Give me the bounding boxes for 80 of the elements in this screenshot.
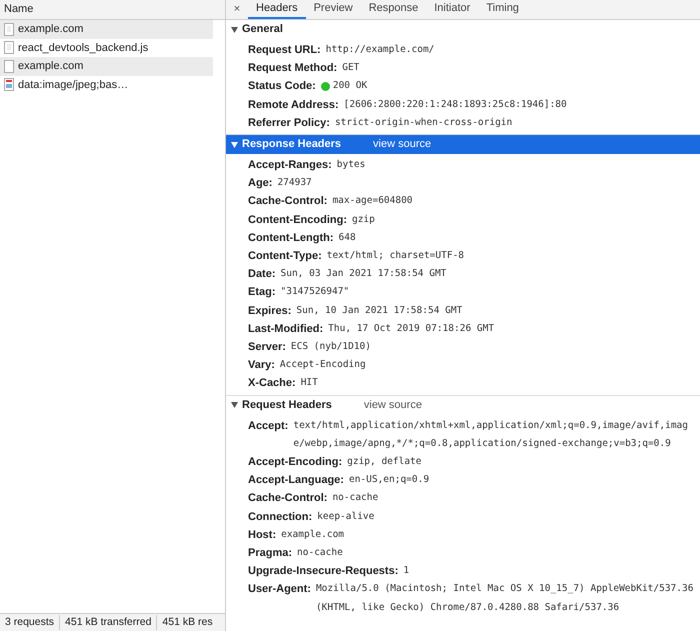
status-text: 3 requests xyxy=(4,614,56,630)
header-value: bytes xyxy=(336,158,366,172)
header-value: Mozilla/5.0 (Macintosh; Intel Mac OS X 10_15_7) AppleWebKit/537.36 (KHTML, like Gecko) Chrome/87.0.4280.88 Safari/537.36 xyxy=(316,582,694,615)
request-name[interactable]: data:image/jpeg;bas… xyxy=(18,76,128,93)
header-value: no-cache xyxy=(332,491,378,506)
header-name: Expires: xyxy=(248,304,292,319)
expanded-triangle-icon xyxy=(231,142,238,148)
tab[interactable]: Preview xyxy=(306,0,361,19)
header-name: X-Cache: xyxy=(248,376,296,392)
header-name: Host: xyxy=(248,528,276,543)
close-button[interactable]: × xyxy=(226,0,248,19)
header-value: "3147526947" xyxy=(280,285,350,300)
header-value: 1 xyxy=(403,564,410,578)
header-value: keep-alive xyxy=(317,510,374,524)
header-name: Content-Length: xyxy=(248,230,334,246)
header-value: text/html; charset=UTF-8 xyxy=(326,249,464,264)
header-name: Cache-Control: xyxy=(248,491,328,506)
header-name: Etag: xyxy=(248,285,276,300)
expanded-triangle-icon xyxy=(231,26,238,32)
tab[interactable]: Response xyxy=(360,0,426,19)
header-name: Status Code: xyxy=(248,79,316,94)
header-name: Content-Encoding: xyxy=(248,212,347,228)
header-value: GET xyxy=(342,61,360,76)
document-icon xyxy=(4,22,14,36)
view-source-link[interactable]: view source xyxy=(364,396,422,414)
header-name: Age: xyxy=(248,176,272,192)
tab[interactable]: Headers xyxy=(248,0,306,19)
header-name: Accept-Encoding: xyxy=(248,455,342,470)
view-source-link[interactable]: view source xyxy=(373,136,432,153)
header-name: Vary: xyxy=(248,358,275,374)
header-value: Sun, 03 Jan 2021 17:58:54 GMT xyxy=(280,267,446,282)
document-icon xyxy=(4,41,14,54)
header-name: Upgrade-Insecure-Requests: xyxy=(248,564,398,580)
header-value: 648 xyxy=(338,230,356,245)
header-value: gzip xyxy=(352,212,375,227)
header-value: example.com xyxy=(281,528,344,542)
header-value: HIT xyxy=(300,376,318,390)
header-value: Sun, 10 Jan 2021 17:58:54 GMT xyxy=(296,304,462,318)
header-value: ECS (nyb/1D10) xyxy=(290,340,371,354)
header-value: gzip, deflate xyxy=(347,455,422,470)
header-value: [2606:2800:220:1:248:1893:25c8:1946]:80 xyxy=(344,98,567,112)
request-name[interactable]: react_devtools_backend.js xyxy=(18,40,148,56)
status-text: 451 kB transferred xyxy=(59,614,156,630)
header-name: Server: xyxy=(248,340,286,356)
header-name: Last-Modified: xyxy=(248,322,324,337)
header-value: 274937 xyxy=(277,176,312,190)
header-value: http://example.com/ xyxy=(326,43,434,57)
column-header[interactable]: Name xyxy=(0,0,225,20)
section-title: Request Headers xyxy=(242,398,332,413)
header-name: Request Method: xyxy=(248,61,338,76)
header-name: Date: xyxy=(248,267,276,282)
header-value: no-cache xyxy=(297,546,343,560)
tab[interactable]: Timing xyxy=(478,0,527,19)
header-name: Remote Address: xyxy=(248,98,339,113)
header-value: max-age=604800 xyxy=(332,194,413,208)
tab[interactable]: Initiator xyxy=(426,0,478,19)
header-name: Content-Type: xyxy=(248,249,322,264)
header-name: Cache-Control: xyxy=(248,194,328,210)
expanded-triangle-icon xyxy=(231,402,238,408)
header-name: Request URL: xyxy=(248,43,321,58)
section-title: Response Headers xyxy=(242,137,342,152)
header-value: en-US,en;q=0.9 xyxy=(348,473,430,488)
header-name: Connection: xyxy=(248,510,312,525)
header-value: Thu, 17 Oct 2019 07:18:26 GMT xyxy=(328,322,494,336)
header-name: Pragma: xyxy=(248,546,292,562)
header-value: Accept-Encoding xyxy=(280,358,366,372)
header-name: Accept-Ranges: xyxy=(248,158,332,174)
header-name: Referrer Policy: xyxy=(248,116,330,131)
blank-file-icon xyxy=(4,60,14,73)
header-name: User-Agent: xyxy=(248,582,311,598)
header-name: Accept: xyxy=(248,418,288,434)
header-name: Accept-Language: xyxy=(248,473,344,488)
section-header[interactable]: General xyxy=(226,20,700,39)
header-value: strict-origin-when-cross-origin xyxy=(334,116,512,130)
status-text: 451 kB res xyxy=(156,614,218,630)
section-header[interactable]: Request Headers view source xyxy=(226,396,700,415)
section-header[interactable]: Response Headers view source xyxy=(226,135,700,154)
section-title: General xyxy=(242,22,283,38)
image-file-icon xyxy=(4,78,14,92)
header-value: 200 OK xyxy=(332,79,368,94)
